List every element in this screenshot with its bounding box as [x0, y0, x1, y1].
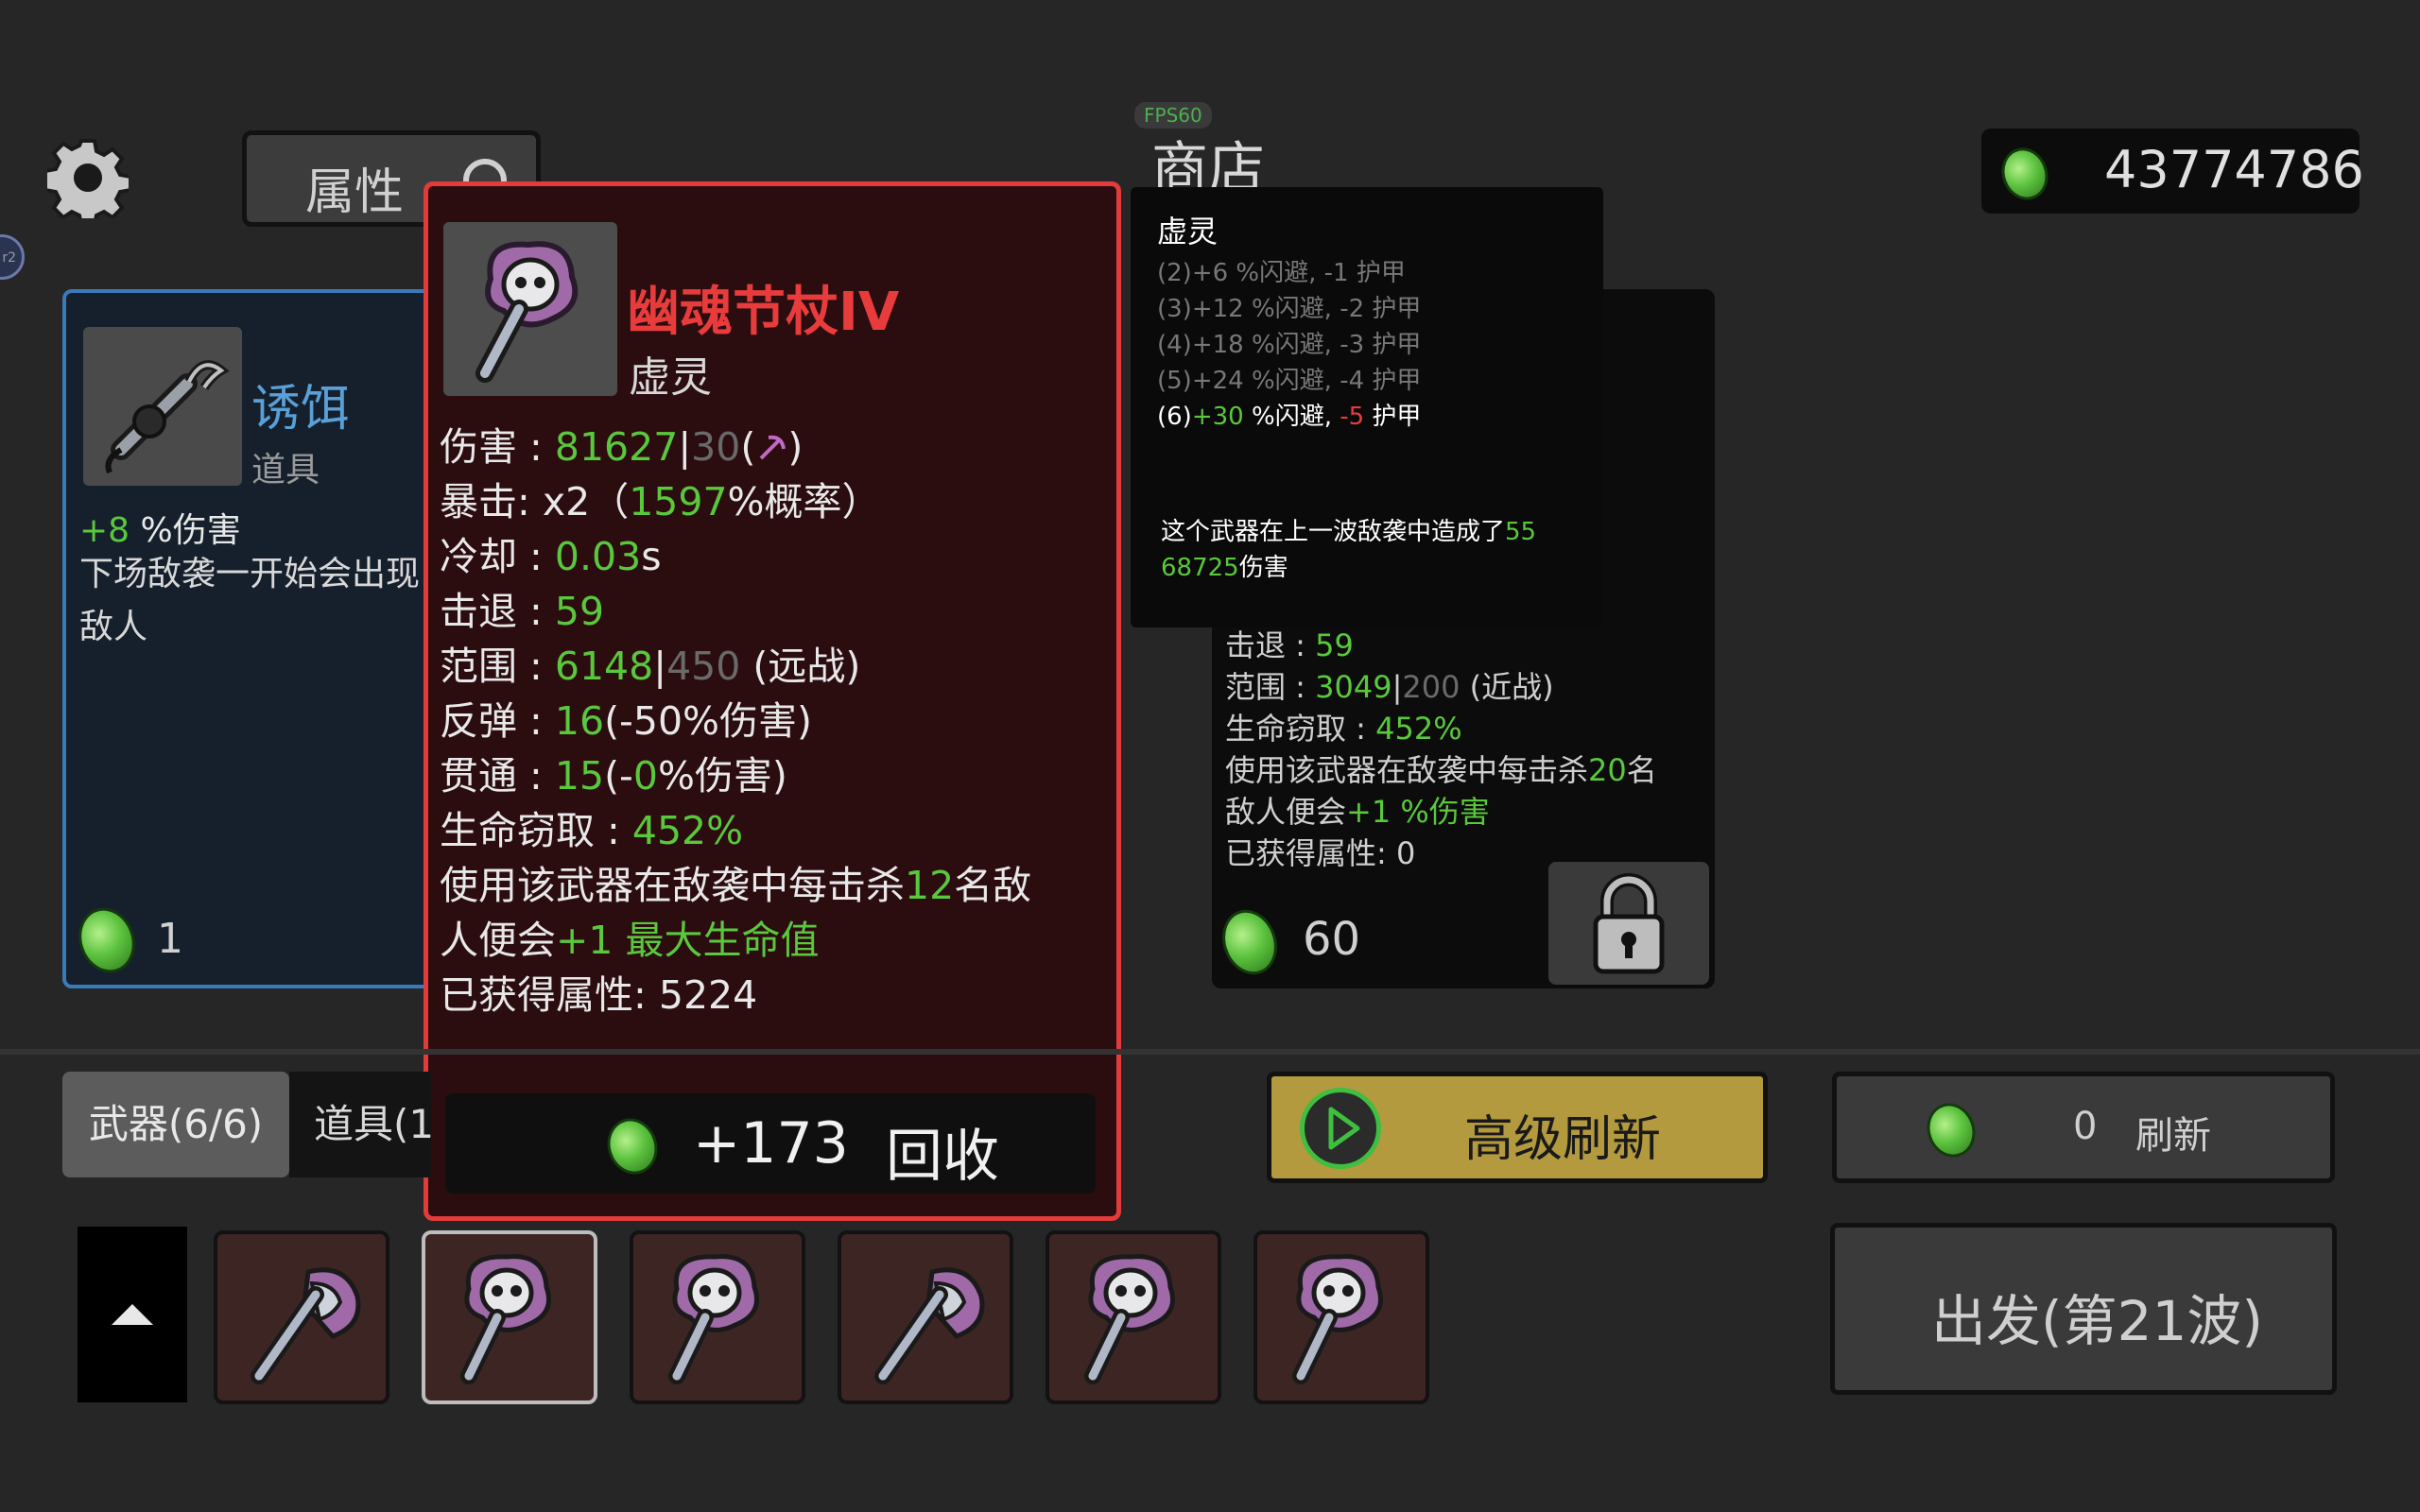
stat-kill-bonus-1: 使用该武器在敌袭中每击杀12名敌: [440, 863, 1032, 908]
set-bonus-line: (5)+24 %闪避, -4 护甲: [1157, 367, 1422, 395]
stat-lifesteal: 生命窃取 : 452%: [440, 808, 744, 853]
set-bonus-line: (4)+18 %闪避, -3 护甲: [1157, 331, 1422, 359]
ghost-axe-icon: [251, 1267, 361, 1384]
inventory-slot-scepter[interactable]: [1046, 1230, 1221, 1404]
bait-hook-icon: [83, 327, 242, 486]
set-bonus-tooltip: 虚灵 (2)+6 %闪避, -1 护甲 (3)+12 %闪避, -2 护甲 (4…: [1131, 187, 1603, 627]
inventory-slot-axe[interactable]: [214, 1230, 389, 1404]
item-type: 道具: [251, 451, 320, 490]
desc-line-2: 敌人: [79, 608, 148, 646]
stat-bounce: 反弹 : 16(-50%伤害): [440, 698, 812, 744]
axe-knockback: 击退 : 59: [1225, 627, 1354, 663]
side-indicator[interactable]: r2: [0, 234, 25, 280]
recycle-amount: +173: [693, 1110, 849, 1177]
shop-item-card-bait[interactable]: 诱饵 道具 +8 %伤害 下场敌袭一开始会出现 敌人 1: [62, 289, 441, 988]
coin-icon: [599, 1110, 666, 1182]
axe-kill-bonus-1: 使用该武器在敌袭中每击杀20名: [1225, 752, 1657, 788]
weapon-class: 虚灵: [629, 353, 712, 402]
stat-damage: 伤害 : 81627|30(): [440, 424, 804, 470]
set-bonus-line-active: (6)+30 %闪避, -5 护甲: [1157, 403, 1422, 431]
effect-text: %伤害: [130, 511, 241, 550]
stat-pierce: 贯通 : 15(-0%伤害): [440, 753, 787, 799]
expand-up-button[interactable]: [78, 1227, 187, 1402]
ghost-scepter-icon: [443, 222, 617, 396]
item-description: 下场敌袭一开始会出现 敌人: [79, 548, 439, 654]
recycle-label: 回收: [886, 1124, 999, 1190]
coin-icon: [1994, 141, 2056, 207]
ghost-scepter-icon: [1084, 1254, 1175, 1384]
tab-weapons[interactable]: 武器(6/6): [62, 1072, 289, 1177]
axe-lifesteal: 生命窃取 : 452%: [1225, 711, 1462, 747]
item-price: 1: [157, 915, 183, 963]
inventory-slot-scepter[interactable]: [630, 1230, 805, 1404]
inventory-slot-scepter-selected[interactable]: [422, 1230, 597, 1404]
advanced-refresh-button[interactable]: 高级刷新: [1267, 1072, 1768, 1183]
divider: [0, 1049, 2420, 1055]
effect-value: +8: [79, 511, 130, 550]
item-price: 60: [1303, 913, 1361, 966]
recycle-button[interactable]: +173 回收: [445, 1093, 1096, 1194]
refresh-label: 刷新: [2135, 1114, 2211, 1158]
stat-cooldown: 冷却 : 0.03s: [440, 534, 662, 579]
attributes-label: 属性: [305, 164, 405, 221]
inventory-slot-axe[interactable]: [838, 1230, 1013, 1404]
ghost-scepter-icon: [668, 1254, 759, 1384]
ghost-scepter-icon: [1292, 1254, 1383, 1384]
play-icon: [1300, 1088, 1381, 1169]
depart-button[interactable]: 出发(第21波): [1830, 1223, 2337, 1395]
last-wave-damage: 这个武器在上一波敌袭中造成了55 68725伤害: [1161, 518, 1537, 582]
elemental-scaling-icon: [759, 435, 786, 460]
lock-button[interactable]: [1548, 862, 1709, 985]
refresh-button[interactable]: 0 刷新: [1832, 1072, 2335, 1183]
set-bonus-line: (3)+12 %闪避, -2 护甲: [1157, 295, 1422, 323]
weapon-tooltip: 幽魂节杖IV 虚灵 伤害 : 81627|30() 暴击: x2（1597%概率…: [424, 181, 1121, 1221]
money-display: 43774786: [1981, 129, 2364, 214]
refresh-cost: 0: [2073, 1105, 2098, 1148]
ghost-scepter-icon: [460, 1254, 551, 1384]
axe-kill-bonus-2: 敌人便会+1 %伤害: [1225, 794, 1490, 830]
ghost-axe-icon: [874, 1267, 985, 1384]
item-name: 诱饵: [251, 381, 351, 438]
item-effect: +8 %伤害: [79, 503, 241, 552]
inventory-slot-scepter[interactable]: [1253, 1230, 1429, 1404]
weapon-name: 幽魂节杖IV: [627, 282, 900, 343]
set-bonus-line: (2)+6 %闪避, -1 护甲: [1157, 259, 1406, 287]
desc-line-1: 下场敌袭一开始会出现: [79, 555, 421, 593]
stat-kill-bonus-2: 人便会+1 最大生命值: [440, 918, 820, 963]
stat-gained: 已获得属性: 5224: [440, 972, 758, 1018]
coin-icon: [1213, 902, 1287, 983]
stat-range: 范围 : 6148|450 (远战): [440, 644, 861, 689]
set-title: 虚灵: [1157, 214, 1219, 249]
arrow-up-icon: [112, 1304, 153, 1325]
padlock-icon: [1593, 873, 1665, 974]
coin-icon: [69, 900, 145, 981]
settings-gear-icon[interactable]: [43, 137, 132, 228]
axe-range: 范围 : 3049|200 (近战): [1225, 669, 1554, 705]
advanced-refresh-label: 高级刷新: [1464, 1111, 1662, 1168]
axe-gained: 已获得属性: 0: [1225, 835, 1416, 871]
depart-label: 出发(第21波): [1931, 1289, 2264, 1353]
money-amount: 43774786: [2104, 140, 2364, 199]
tab-items[interactable]: 道具(1: [289, 1072, 431, 1177]
coin-icon: [1919, 1096, 1983, 1164]
stat-crit: 暴击: x2（1597%概率）: [440, 479, 881, 524]
stat-knockback: 击退 : 59: [440, 589, 605, 634]
